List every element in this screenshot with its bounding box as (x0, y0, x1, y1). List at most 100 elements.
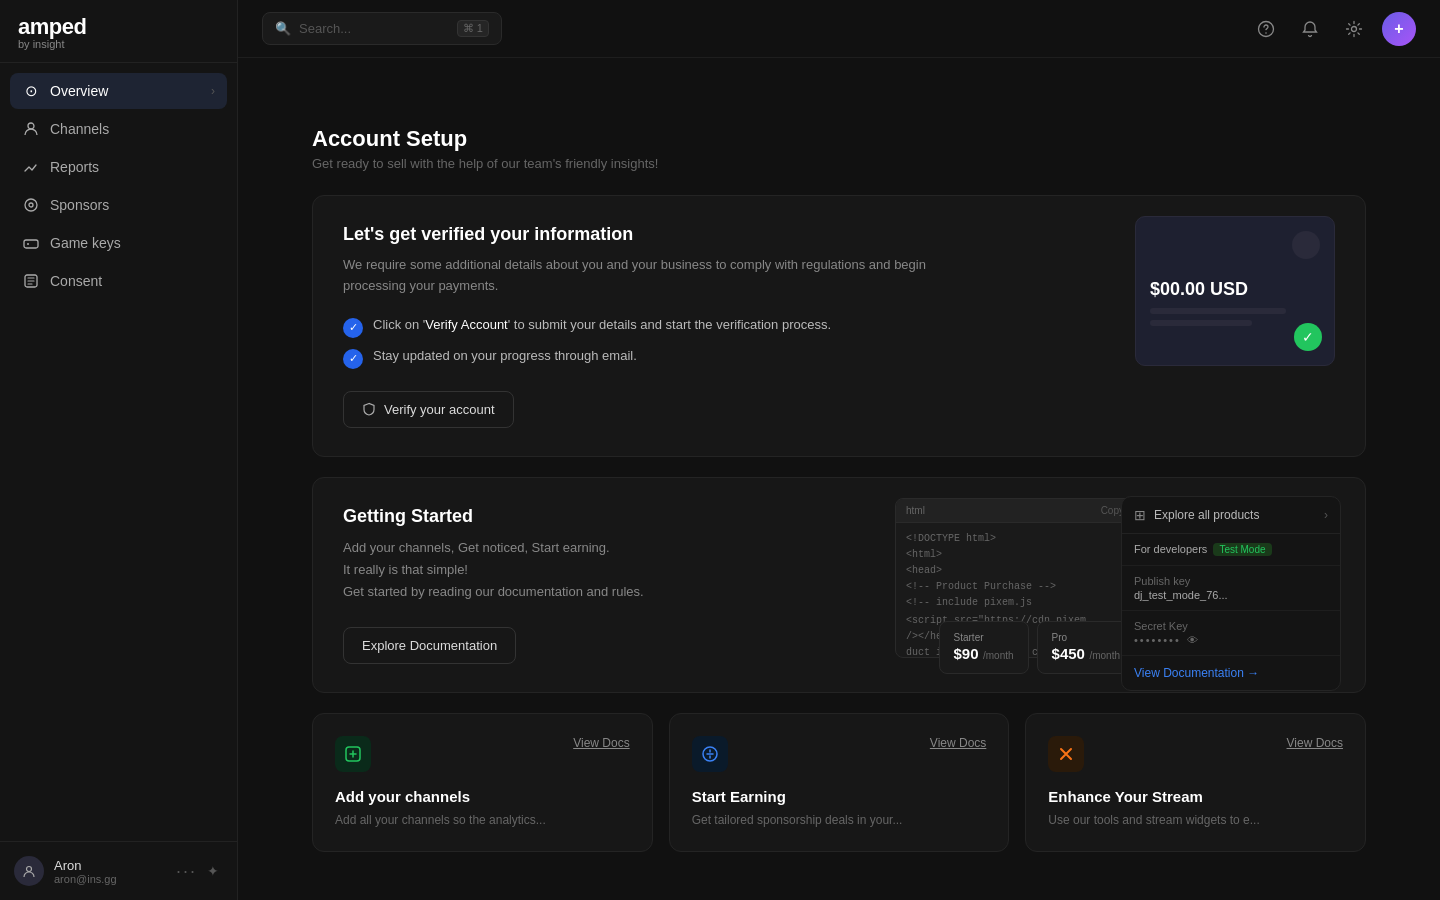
starter-period: /month (983, 650, 1014, 661)
verify-preview: $00.00 USD ✓ (1135, 216, 1335, 366)
sidebar-item-channels[interactable]: Channels (10, 111, 227, 147)
start-earning-view-docs[interactable]: View Docs (930, 736, 986, 750)
pro-period: /month (1089, 650, 1120, 661)
help-icon-button[interactable] (1250, 13, 1282, 45)
verify-title: Let's get verified your information (343, 224, 983, 245)
svg-point-9 (1352, 26, 1357, 31)
overview-icon: ⊙ (22, 82, 40, 100)
sidebar-nav: ⊙ Overview › Channels Reports Sponsors (0, 63, 237, 841)
sidebar-item-gamekeys[interactable]: Game keys (10, 225, 227, 261)
logo-main: amped (18, 14, 219, 40)
page-content: Account Setup Get ready to sell with the… (276, 94, 1402, 884)
enhance-stream-view-docs[interactable]: View Docs (1287, 736, 1343, 750)
consent-icon (22, 272, 40, 290)
sidebar-item-overview[interactable]: ⊙ Overview › (10, 73, 227, 109)
sidebar-label-consent: Consent (50, 273, 215, 289)
starter-label: Starter (954, 632, 1014, 643)
notification-icon-button[interactable] (1294, 13, 1326, 45)
explore-documentation-button[interactable]: Explore Documentation (343, 627, 516, 664)
check-icon-2: ✓ (343, 349, 363, 369)
sidebar-item-consent[interactable]: Consent (10, 263, 227, 299)
svg-point-6 (27, 867, 32, 872)
getting-started-card: Getting Started Add your channels, Get n… (312, 477, 1366, 693)
topbar: 🔍 Search... ⌘ 1 + (238, 0, 1440, 58)
dev-panel: ⊞ Explore all products › For developers … (1121, 496, 1341, 691)
bottom-card-start-earning[interactable]: View Docs Start Earning Get tailored spo… (669, 713, 1010, 852)
reports-icon (22, 158, 40, 176)
gs-content: Getting Started Add your channels, Get n… (343, 506, 644, 664)
view-documentation-link[interactable]: View Documentation → (1122, 656, 1340, 690)
code-header: html Copy (896, 499, 1134, 523)
price-card-starter: Starter $90 /month (939, 621, 1029, 674)
preview-check-icon: ✓ (1294, 323, 1322, 351)
verify-card: Let's get verified your information We r… (312, 195, 1366, 457)
publish-key-label: Publish key (1134, 575, 1328, 587)
check-text-1: Click on 'Verify Account' to submit your… (373, 317, 831, 332)
check-icon-1: ✓ (343, 318, 363, 338)
search-placeholder: Search... (299, 21, 449, 36)
verify-desc: We require some additional details about… (343, 255, 983, 297)
secret-key-label: Secret Key (1134, 620, 1328, 632)
sidebar-label-reports: Reports (50, 159, 215, 175)
gs-desc: Add your channels, Get noticed, Start ea… (343, 537, 644, 603)
gs-title: Getting Started (343, 506, 644, 527)
publish-key-value: dj_test_mode_76... (1134, 589, 1328, 601)
sidebar-item-reports[interactable]: Reports (10, 149, 227, 185)
sidebar-footer: Aron aron@ins.gg ··· ✦ (0, 841, 237, 900)
shield-icon (362, 402, 376, 416)
dev-panel-header[interactable]: ⊞ Explore all products › (1122, 497, 1340, 534)
dev-row-publish-key: Publish key dj_test_mode_76... (1122, 566, 1340, 611)
eye-icon[interactable]: 👁 (1187, 634, 1198, 646)
search-icon: 🔍 (275, 21, 291, 36)
preview-amount: $00.00 USD (1150, 279, 1248, 300)
check-item-2: ✓ Stay updated on your progress through … (343, 348, 983, 369)
enhance-stream-title: Enhance Your Stream (1048, 788, 1343, 805)
sidebar-label-overview: Overview (50, 83, 201, 99)
footer-email: aron@ins.gg (54, 873, 166, 885)
logo-sub: by insight (18, 38, 219, 50)
bottom-card-enhance-stream[interactable]: View Docs Enhance Your Stream Use our to… (1025, 713, 1366, 852)
pricing-mini: Starter $90 /month Pro $450 /month (939, 621, 1135, 674)
search-bar[interactable]: 🔍 Search... ⌘ 1 (262, 12, 502, 45)
enhance-stream-icon (1048, 736, 1084, 772)
sidebar-logo: amped by insight (0, 0, 237, 63)
preview-bar-4 (1150, 320, 1252, 326)
verify-account-button[interactable]: Verify your account (343, 391, 514, 428)
sidebar-label-gamekeys: Game keys (50, 235, 215, 251)
dev-row-secret-key: Secret Key •••••••• 👁 (1122, 611, 1340, 656)
sidebar-label-channels: Channels (50, 121, 215, 137)
sidebar-item-sponsors[interactable]: Sponsors (10, 187, 227, 223)
user-profile-button[interactable]: + (1382, 12, 1416, 46)
page-title: Account Setup (312, 126, 1366, 152)
settings-icon-button[interactable] (1338, 13, 1370, 45)
verify-content: Let's get verified your information We r… (343, 224, 983, 428)
footer-name: Aron (54, 858, 166, 873)
preview-bar-3 (1150, 308, 1286, 314)
svg-rect-3 (24, 240, 38, 248)
start-earning-title: Start Earning (692, 788, 987, 805)
main-area: 🔍 Search... ⌘ 1 + Account Setup Get read… (238, 0, 1440, 900)
search-shortcut: ⌘ 1 (457, 20, 489, 37)
bottom-card-add-channels[interactable]: View Docs Add your channels Add all your… (312, 713, 653, 852)
verify-checklist: ✓ Click on 'Verify Account' to submit yo… (343, 317, 983, 369)
page-subtitle: Get ready to sell with the help of our t… (312, 156, 1366, 171)
dev-header-arrow-icon: › (1324, 508, 1328, 522)
sidebar: amped by insight ⊙ Overview › Channels R… (0, 0, 238, 900)
start-earning-desc: Get tailored sponsorship deals in your..… (692, 811, 987, 829)
svg-point-2 (29, 203, 33, 207)
user-avatar (14, 856, 44, 886)
enhance-stream-desc: Use our tools and stream widgets to e... (1048, 811, 1343, 829)
channels-icon (22, 120, 40, 138)
svg-point-0 (28, 123, 34, 129)
overview-arrow-icon: › (211, 84, 215, 98)
footer-menu-button[interactable]: ··· (176, 861, 197, 882)
test-mode-badge: Test Mode (1213, 543, 1271, 556)
svg-point-1 (25, 199, 37, 211)
products-icon: ⊞ (1134, 507, 1146, 523)
sponsors-icon (22, 196, 40, 214)
start-earning-icon (692, 736, 728, 772)
svg-point-4 (27, 243, 29, 245)
add-channels-icon (335, 736, 371, 772)
add-channels-title: Add your channels (335, 788, 630, 805)
add-channels-view-docs[interactable]: View Docs (573, 736, 629, 750)
